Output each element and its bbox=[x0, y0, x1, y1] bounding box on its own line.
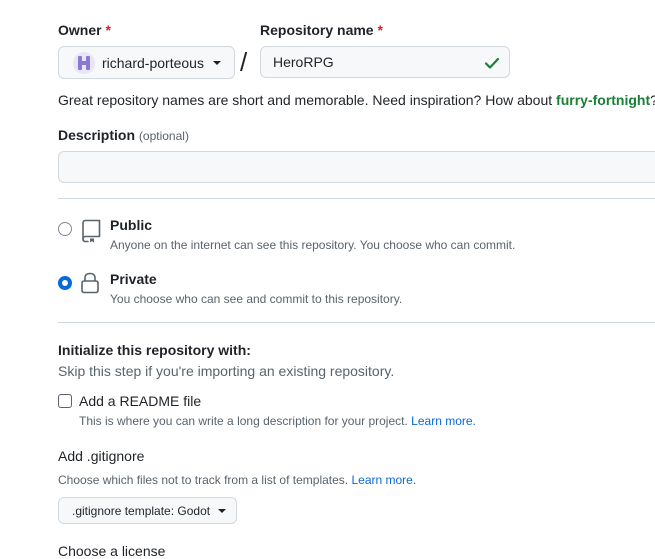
initialize-title: Initialize this repository with: bbox=[58, 342, 251, 358]
visibility-private-radio[interactable] bbox=[58, 276, 72, 290]
gitignore-title: Add .gitignore bbox=[58, 448, 145, 464]
owner-repo-separator: / bbox=[240, 47, 248, 77]
description-label: Description (optional) bbox=[58, 127, 189, 143]
owner-label: Owner * bbox=[58, 22, 111, 38]
lock-icon bbox=[81, 272, 99, 294]
owner-dropdown[interactable]: richard-porteous bbox=[58, 46, 235, 79]
visibility-private-desc: You choose who can see and commit to thi… bbox=[110, 292, 403, 306]
name-suggestion-text: Great repository names are short and mem… bbox=[58, 92, 655, 108]
gitignore-learn-more-link[interactable]: Learn more. bbox=[351, 473, 416, 487]
chevron-down-icon bbox=[218, 508, 227, 513]
chevron-down-icon bbox=[212, 60, 221, 65]
repo-name-label: Repository name * bbox=[260, 22, 383, 38]
repo-required-mark: * bbox=[377, 22, 383, 38]
add-readme-label: Add a README file bbox=[79, 393, 202, 409]
optional-hint: (optional) bbox=[138, 129, 189, 143]
avatar bbox=[73, 51, 95, 74]
identicon-icon bbox=[78, 55, 90, 70]
divider bbox=[58, 322, 655, 323]
divider bbox=[58, 198, 655, 199]
readme-description: This is where you can write a long descr… bbox=[79, 414, 476, 428]
repo-name-input[interactable] bbox=[260, 46, 510, 78]
visibility-public-title: Public bbox=[110, 217, 153, 233]
repo-icon bbox=[82, 219, 101, 243]
initialize-subtitle: Skip this step if you're importing an ex… bbox=[58, 363, 395, 379]
gitignore-template-dropdown[interactable]: .gitignore template: Godot bbox=[58, 497, 238, 524]
add-readme-checkbox[interactable] bbox=[58, 394, 72, 408]
visibility-public-radio[interactable] bbox=[58, 222, 72, 236]
owner-name: richard-porteous bbox=[102, 54, 204, 71]
visibility-public-desc: Anyone on the internet can see this repo… bbox=[110, 238, 516, 252]
gitignore-description: Choose which files not to track from a l… bbox=[58, 473, 417, 487]
readme-learn-more-link[interactable]: Learn more. bbox=[411, 414, 476, 428]
check-icon bbox=[484, 57, 500, 69]
owner-required-mark: * bbox=[105, 22, 111, 38]
description-input[interactable] bbox=[58, 151, 655, 183]
gitignore-template-label: .gitignore template: Godot bbox=[72, 503, 211, 518]
visibility-private-title: Private bbox=[110, 271, 157, 287]
suggested-name-link[interactable]: furry-fortnight bbox=[556, 92, 650, 108]
